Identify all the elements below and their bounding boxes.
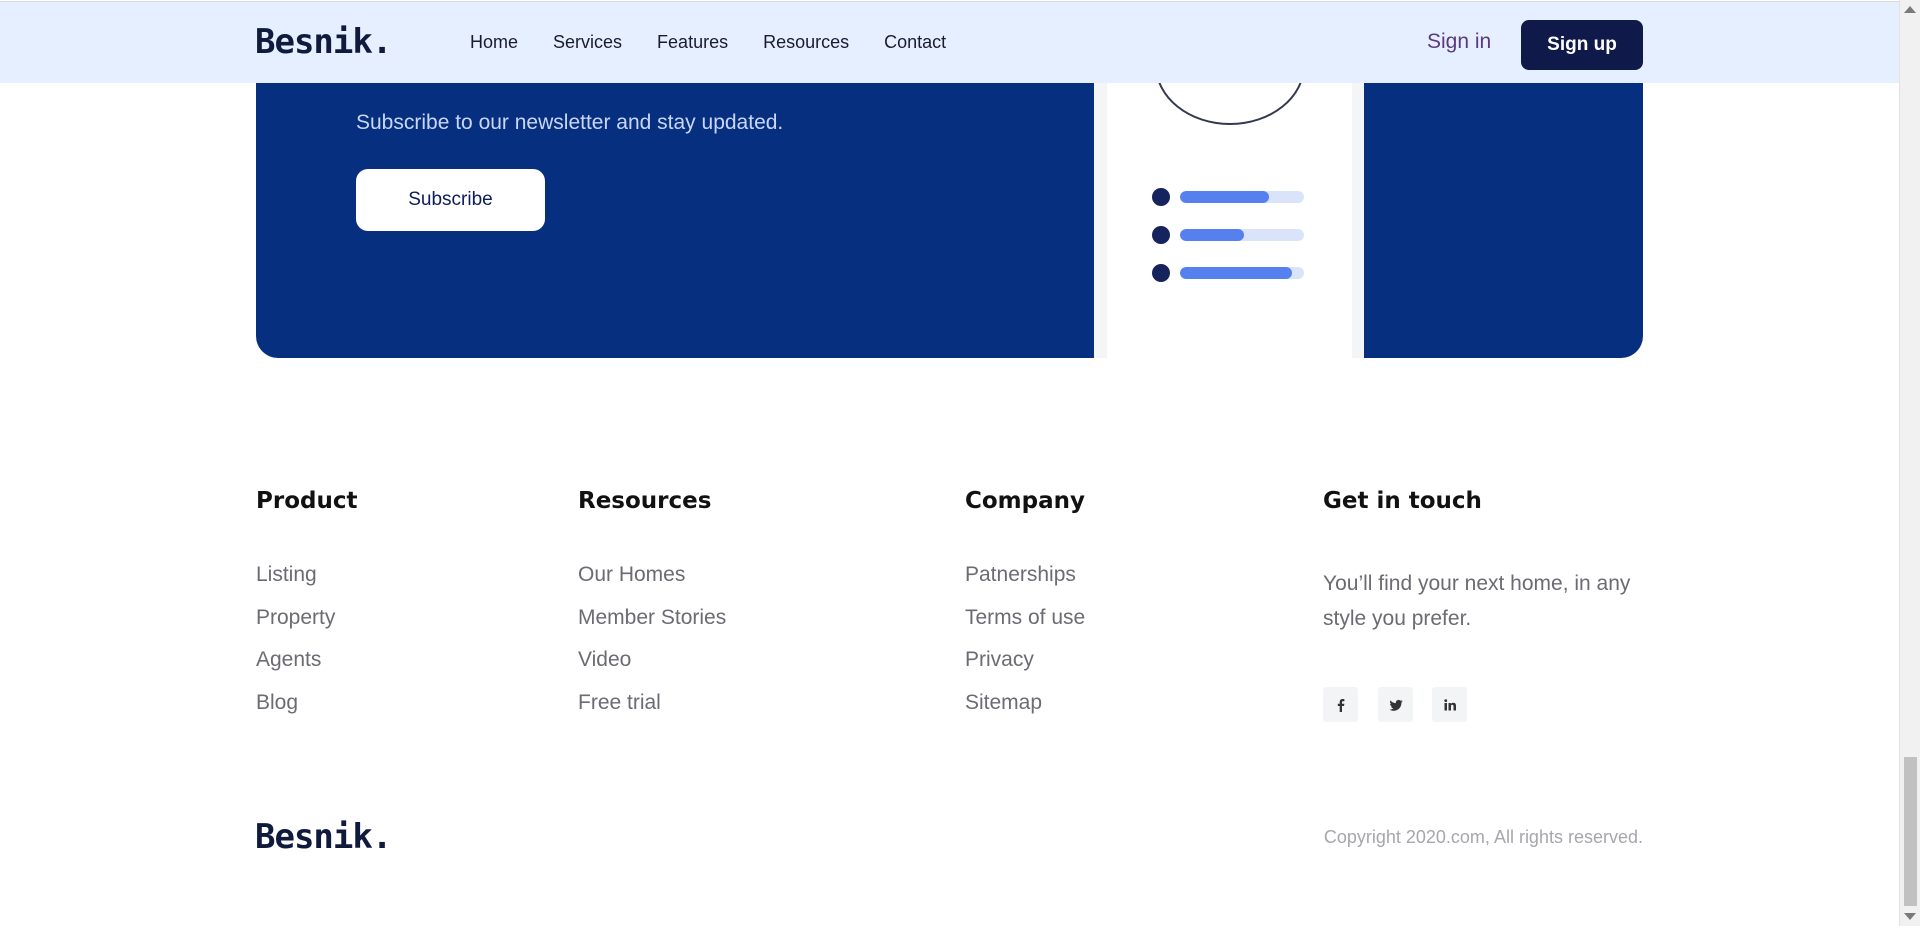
footer-link[interactable]: Patnerships [965,563,1085,606]
nav-services[interactable]: Services [553,32,622,53]
phone-illustration [1094,83,1364,358]
header: Besnik. Home Services Features Resources… [0,1,1899,83]
progress-fill [1180,191,1270,203]
footer-logo[interactable]: Besnik. [255,817,392,857]
nav-contact[interactable]: Contact [884,32,946,53]
scrollbar-thumb[interactable] [1904,757,1917,906]
progress-row [1152,264,1304,282]
progress-track [1180,267,1304,279]
bullet-dot [1152,188,1170,206]
footer-list-product: Listing Property Agents Blog [256,563,335,733]
vertical-scrollbar[interactable] [1899,0,1920,926]
newsletter-banner: Subscribe to our newsletter and stay upd… [256,83,1643,358]
footer-link[interactable]: Our Homes [578,563,726,606]
phone-circle-graphic [1155,83,1305,125]
copyright-text: Copyright 2020.com, All rights reserved. [1323,827,1643,847]
nav-resources[interactable]: Resources [763,32,849,53]
contact-text: You’ll find your next home, in any style… [1323,572,1631,630]
footer-link[interactable]: Free trial [578,691,726,734]
main-nav: Home Services Features Resources Contact [470,32,946,53]
phone-screen [1107,83,1352,358]
progress-track [1180,229,1304,241]
twitter-icon[interactable] [1378,687,1413,722]
sign-in-link[interactable]: Sign in [1427,30,1491,54]
subscribe-button[interactable]: Subscribe [356,169,545,231]
footer-list-company: Patnerships Terms of use Privacy Sitemap [965,563,1085,733]
footer-link[interactable]: Sitemap [965,691,1085,734]
page: Besnik. Home Services Features Resources… [0,0,1920,926]
nav-features[interactable]: Features [657,32,728,53]
progress-row [1152,226,1304,244]
footer-heading-product: Product [256,488,358,514]
footer-link[interactable]: Property [256,606,335,649]
bullet-dot [1152,226,1170,244]
footer-heading-resources: Resources [578,488,712,514]
footer-link[interactable]: Blog [256,691,335,734]
scroll-down-arrow-icon[interactable] [1904,913,1916,920]
scroll-up-arrow-icon[interactable] [1904,6,1916,13]
linkedin-icon[interactable] [1432,687,1467,722]
footer-link[interactable]: Listing [256,563,335,606]
header-logo[interactable]: Besnik. [255,22,392,62]
progress-fill [1180,267,1292,279]
progress-fill [1180,229,1245,241]
footer-heading-get-in-touch: Get in touch [1323,488,1482,514]
footer-link[interactable]: Agents [256,648,335,691]
nav-home[interactable]: Home [470,32,518,53]
footer-list-resources: Our Homes Member Stories Video Free tria… [578,563,726,733]
footer-link[interactable]: Terms of use [965,606,1085,649]
progress-track [1180,191,1304,203]
sign-up-button[interactable]: Sign up [1521,20,1643,70]
facebook-icon[interactable] [1323,687,1358,722]
footer-link[interactable]: Video [578,648,726,691]
newsletter-text: Subscribe to our newsletter and stay upd… [356,111,784,134]
footer-link[interactable]: Member Stories [578,606,726,649]
progress-row [1152,188,1304,206]
footer-heading-company: Company [965,488,1085,514]
footer-link[interactable]: Privacy [965,648,1085,691]
bullet-dot [1152,264,1170,282]
